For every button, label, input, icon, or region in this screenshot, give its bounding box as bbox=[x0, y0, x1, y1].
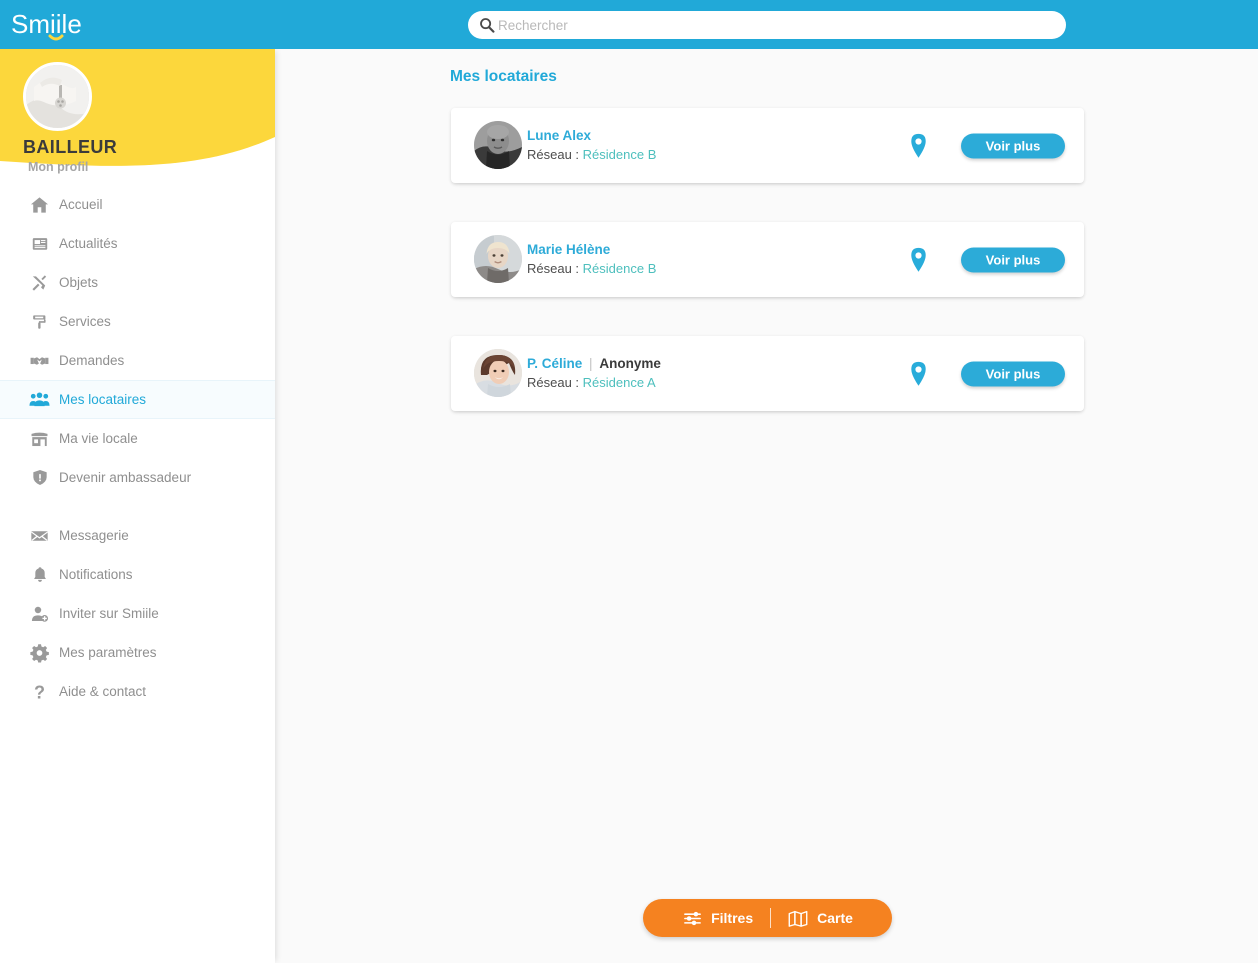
sidebar-item-label: Devenir ambassadeur bbox=[59, 470, 192, 485]
storefront-icon bbox=[29, 428, 50, 449]
smiile-logo[interactable]: Smiile bbox=[11, 9, 101, 41]
sidebar-nav-primary: Accueil Actualités Objets Services Deman… bbox=[0, 185, 275, 497]
carte-button[interactable]: Carte bbox=[788, 908, 853, 928]
envelope-icon bbox=[29, 525, 50, 546]
tenant-info: Marie Hélène Réseau : Résidence B bbox=[527, 241, 656, 278]
tenant-network: Réseau : Résidence B bbox=[527, 146, 656, 164]
map-icon bbox=[788, 908, 808, 928]
tenant-info: P. Céline | Anonyme Réseau : Résidence A bbox=[527, 355, 661, 392]
tenant-name[interactable]: Marie Hélène bbox=[527, 242, 610, 257]
search-bar[interactable] bbox=[468, 11, 1066, 39]
tools-icon bbox=[29, 272, 50, 293]
network-value[interactable]: Résidence A bbox=[583, 375, 656, 390]
sidebar-item-aide-contact[interactable]: ? Aide & contact bbox=[0, 672, 275, 711]
voir-plus-button[interactable]: Voir plus bbox=[961, 361, 1065, 386]
sidebar-item-messagerie[interactable]: Messagerie bbox=[0, 516, 275, 555]
sidebar-item-label: Objets bbox=[59, 275, 99, 290]
sidebar-item-label: Mes locataires bbox=[59, 392, 147, 407]
status-badge: Anonyme bbox=[599, 356, 661, 371]
avatar[interactable] bbox=[23, 62, 92, 131]
sidebar-item-mes-parametres[interactable]: Mes paramètres bbox=[0, 633, 275, 672]
tenant-network: Réseau : Résidence B bbox=[527, 260, 656, 278]
avatar bbox=[474, 121, 522, 169]
filtres-label: Filtres bbox=[711, 910, 754, 926]
tenant-name-row: Marie Hélène bbox=[527, 241, 656, 259]
sidebar-item-label: Inviter sur Smiile bbox=[59, 606, 159, 621]
sidebar-item-demandes[interactable]: Demandes bbox=[0, 341, 275, 380]
tenant-network: Réseau : Résidence A bbox=[527, 374, 661, 392]
sidebar-item-label: Actualités bbox=[59, 236, 118, 251]
svg-text:Smiile: Smiile bbox=[11, 9, 82, 39]
main-content: Mes locataires Lune Alex Réseau: Réside… bbox=[275, 49, 1258, 963]
filtres-button[interactable]: Filtres bbox=[682, 908, 753, 928]
sidebar-item-objets[interactable]: Objets bbox=[0, 263, 275, 302]
sidebar-item-label: Ma vie locale bbox=[59, 431, 138, 446]
divider bbox=[770, 908, 772, 928]
map-pin-icon[interactable] bbox=[905, 246, 932, 273]
sidebar-item-accueil[interactable]: Accueil bbox=[0, 185, 275, 224]
search-icon bbox=[479, 17, 495, 33]
sidebar-item-mes-locataires[interactable]: Mes locataires bbox=[0, 380, 275, 419]
profile-block[interactable]: BAILLEUR Mon profil bbox=[0, 49, 275, 174]
svg-text:?: ? bbox=[34, 682, 45, 701]
shield-icon bbox=[29, 467, 50, 488]
tenant-name-row: P. Céline | Anonyme bbox=[527, 355, 661, 373]
search-input[interactable] bbox=[498, 11, 1054, 39]
user-plus-icon bbox=[29, 603, 50, 624]
gear-icon bbox=[29, 642, 50, 663]
tenant-name-row: Lune Alex bbox=[527, 127, 656, 145]
sidebar: BAILLEUR Mon profil Accueil Actualités O… bbox=[0, 49, 275, 963]
sidebar-item-ma-vie-locale[interactable]: Ma vie locale bbox=[0, 419, 275, 458]
top-header: Smiile bbox=[0, 0, 1258, 49]
network-value[interactable]: Résidence B bbox=[583, 261, 657, 276]
network-label: Réseau : bbox=[527, 375, 580, 390]
network-label: Réseau : bbox=[527, 261, 580, 276]
network-value[interactable]: Résidence B bbox=[583, 147, 657, 162]
voir-plus-button[interactable]: Voir plus bbox=[961, 133, 1065, 158]
tenant-list: Lune Alex Réseau : Résidence B Voir plus bbox=[451, 108, 1084, 450]
newspaper-icon bbox=[29, 233, 50, 254]
list-item[interactable]: Marie Hélène Réseau : Résidence B Voir p… bbox=[451, 222, 1084, 297]
map-pin-icon[interactable] bbox=[905, 132, 932, 159]
sidebar-item-label: Accueil bbox=[59, 197, 103, 212]
sidebar-item-notifications[interactable]: Notifications bbox=[0, 555, 275, 594]
page-title: Mes locataires bbox=[450, 68, 557, 85]
voir-plus-button[interactable]: Voir plus bbox=[961, 247, 1065, 272]
sidebar-item-label: Aide & contact bbox=[59, 684, 147, 699]
list-item[interactable]: Lune Alex Réseau : Résidence B Voir plus bbox=[451, 108, 1084, 183]
list-item[interactable]: P. Céline | Anonyme Réseau : Résidence A… bbox=[451, 336, 1084, 411]
tenant-name[interactable]: Lune Alex bbox=[527, 128, 591, 143]
sidebar-item-services[interactable]: Services bbox=[0, 302, 275, 341]
sliders-icon bbox=[682, 908, 702, 928]
map-pin-icon[interactable] bbox=[905, 360, 932, 387]
sidebar-item-actualites[interactable]: Actualités bbox=[0, 224, 275, 263]
profile-subtitle: Mon profil bbox=[28, 160, 89, 174]
sidebar-item-inviter-sur-smiile[interactable]: Inviter sur Smiile bbox=[0, 594, 275, 633]
sidebar-item-label: Services bbox=[59, 314, 111, 329]
bottom-action-bar: Filtres Carte bbox=[643, 899, 892, 937]
home-icon bbox=[29, 194, 50, 215]
tenant-info: Lune Alex Réseau : Résidence B bbox=[527, 127, 656, 164]
bell-icon bbox=[29, 564, 50, 585]
avatar bbox=[474, 235, 522, 283]
users-icon bbox=[29, 389, 50, 410]
sidebar-item-label: Messagerie bbox=[59, 528, 129, 543]
sidebar-item-label: Mes paramètres bbox=[59, 645, 157, 660]
sidebar-nav-secondary: Messagerie Notifications Inviter sur Smi… bbox=[0, 516, 275, 711]
name-separator: | bbox=[589, 356, 593, 371]
sidebar-item-label: Notifications bbox=[59, 567, 133, 582]
avatar bbox=[474, 349, 522, 397]
question-mark-icon: ? bbox=[29, 681, 50, 702]
handshake-icon bbox=[29, 350, 50, 371]
paint-roller-icon bbox=[29, 311, 50, 332]
sidebar-item-devenir-ambassadeur[interactable]: Devenir ambassadeur bbox=[0, 458, 275, 497]
profile-name: BAILLEUR bbox=[23, 137, 118, 157]
sidebar-item-label: Demandes bbox=[59, 353, 125, 368]
carte-label: Carte bbox=[817, 910, 853, 926]
tenant-name[interactable]: P. Céline bbox=[527, 356, 582, 371]
network-label: Réseau : bbox=[527, 147, 580, 162]
